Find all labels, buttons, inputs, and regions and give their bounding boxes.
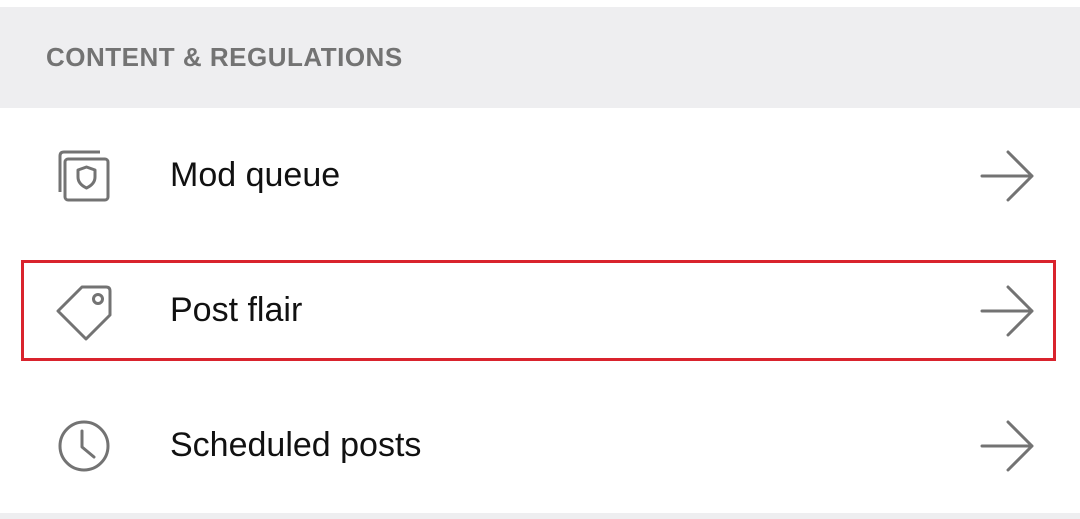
section-header: CONTENT & REGULATIONS [0,7,1080,108]
list-item-mod-queue[interactable]: Mod queue [0,108,1080,243]
clock-icon [54,416,114,476]
mod-queue-icon [54,146,114,206]
arrow-right-icon [978,416,1038,476]
list-item-label: Mod queue [170,156,341,194]
list-item-post-flair[interactable]: Post flair [0,243,1080,378]
top-divider [0,0,1080,7]
list-item-label: Post flair [170,291,303,329]
arrow-right-icon [978,146,1038,206]
list-item-label: Scheduled posts [170,426,422,464]
list-item-scheduled-posts[interactable]: Scheduled posts [0,378,1080,513]
tag-icon [54,281,114,341]
section-title: CONTENT & REGULATIONS [46,42,403,72]
arrow-right-icon [978,281,1038,341]
bottom-divider [0,513,1080,519]
